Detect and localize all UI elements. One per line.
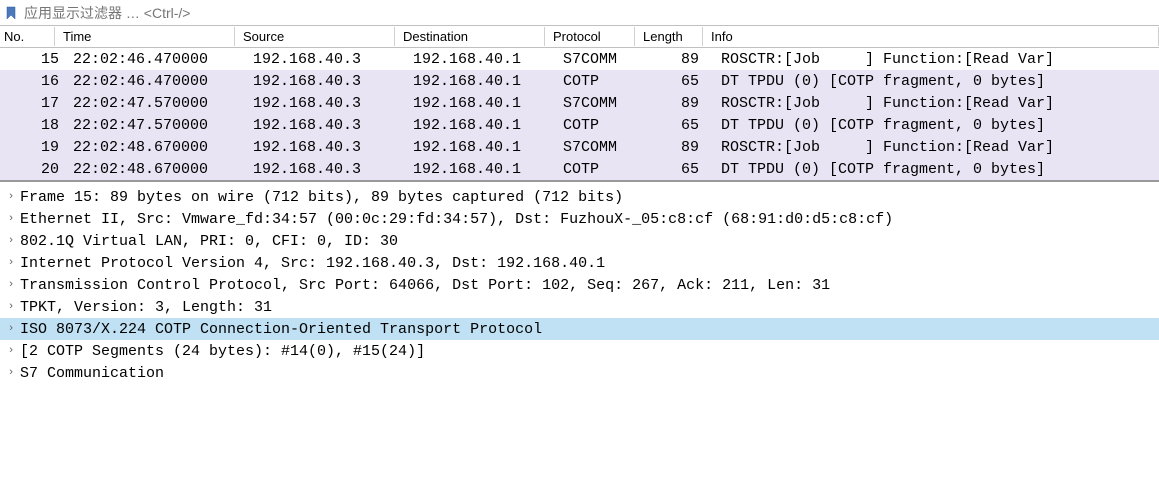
protocol-tree-item[interactable]: ›802.1Q Virtual LAN, PRI: 0, CFI: 0, ID:… (0, 230, 1159, 252)
cell-info: ROSCTR:[Job ] Function:[Read Var] (713, 139, 1159, 156)
packet-list: No. Time Source Destination Protocol Len… (0, 26, 1159, 182)
protocol-tree-item[interactable]: ›Internet Protocol Version 4, Src: 192.1… (0, 252, 1159, 274)
cell-no: 20 (10, 161, 65, 178)
chevron-right-icon[interactable]: › (4, 191, 18, 203)
col-header-protocol[interactable]: Protocol (545, 27, 635, 46)
protocol-tree-label: Transmission Control Protocol, Src Port:… (20, 277, 830, 294)
protocol-tree-label: Frame 15: 89 bytes on wire (712 bits), 8… (20, 189, 623, 206)
cell-length: 65 (645, 73, 713, 90)
cell-source: 192.168.40.3 (245, 117, 405, 134)
packet-row[interactable]: 1722:02:47.570000192.168.40.3192.168.40.… (0, 92, 1159, 114)
packet-row[interactable]: 1522:02:46.470000192.168.40.3192.168.40.… (0, 48, 1159, 70)
cell-destination: 192.168.40.1 (405, 73, 555, 90)
cell-destination: 192.168.40.1 (405, 51, 555, 68)
cell-source: 192.168.40.3 (245, 73, 405, 90)
col-header-source[interactable]: Source (235, 27, 395, 46)
cell-destination: 192.168.40.1 (405, 139, 555, 156)
chevron-right-icon[interactable]: › (4, 367, 18, 379)
protocol-tree-item[interactable]: ›S7 Communication (0, 362, 1159, 384)
col-header-info[interactable]: Info (703, 27, 1159, 46)
protocol-tree-label: 802.1Q Virtual LAN, PRI: 0, CFI: 0, ID: … (20, 233, 398, 250)
cell-info: ROSCTR:[Job ] Function:[Read Var] (713, 51, 1159, 68)
cell-source: 192.168.40.3 (245, 51, 405, 68)
col-header-length[interactable]: Length (635, 27, 703, 46)
cell-no: 16 (10, 73, 65, 90)
cell-length: 89 (645, 139, 713, 156)
chevron-right-icon[interactable]: › (4, 257, 18, 269)
cell-info: DT TPDU (0) [COTP fragment, 0 bytes] (713, 161, 1159, 178)
cell-length: 65 (645, 161, 713, 178)
col-header-no[interactable]: No. (0, 27, 55, 46)
cell-time: 22:02:47.570000 (65, 95, 245, 112)
chevron-right-icon[interactable]: › (4, 323, 18, 335)
chevron-right-icon[interactable]: › (4, 213, 18, 225)
protocol-tree-label: ISO 8073/X.224 COTP Connection-Oriented … (20, 321, 542, 338)
cell-info: DT TPDU (0) [COTP fragment, 0 bytes] (713, 117, 1159, 134)
chevron-right-icon[interactable]: › (4, 279, 18, 291)
protocol-tree-item[interactable]: ›Frame 15: 89 bytes on wire (712 bits), … (0, 186, 1159, 208)
protocol-tree-item[interactable]: ›Ethernet II, Src: Vmware_fd:34:57 (00:0… (0, 208, 1159, 230)
cell-no: 15 (10, 51, 65, 68)
col-header-destination[interactable]: Destination (395, 27, 545, 46)
cell-destination: 192.168.40.1 (405, 161, 555, 178)
protocol-tree-item[interactable]: ›Transmission Control Protocol, Src Port… (0, 274, 1159, 296)
packet-list-header: No. Time Source Destination Protocol Len… (0, 26, 1159, 48)
cell-protocol: S7COMM (555, 95, 645, 112)
display-filter-input[interactable] (24, 5, 1155, 21)
cell-protocol: COTP (555, 161, 645, 178)
cell-protocol: S7COMM (555, 139, 645, 156)
protocol-tree-label: S7 Communication (20, 365, 164, 382)
cell-info: ROSCTR:[Job ] Function:[Read Var] (713, 95, 1159, 112)
packet-row[interactable]: 2022:02:48.670000192.168.40.3192.168.40.… (0, 158, 1159, 180)
cell-length: 65 (645, 117, 713, 134)
cell-destination: 192.168.40.1 (405, 95, 555, 112)
chevron-right-icon[interactable]: › (4, 301, 18, 313)
chevron-right-icon[interactable]: › (4, 345, 18, 357)
protocol-tree-label: [2 COTP Segments (24 bytes): #14(0), #15… (20, 343, 425, 360)
packet-row[interactable]: 1622:02:46.470000192.168.40.3192.168.40.… (0, 70, 1159, 92)
cell-protocol: COTP (555, 73, 645, 90)
chevron-right-icon[interactable]: › (4, 235, 18, 247)
protocol-tree-item[interactable]: ›ISO 8073/X.224 COTP Connection-Oriented… (0, 318, 1159, 340)
protocol-tree-item[interactable]: ›[2 COTP Segments (24 bytes): #14(0), #1… (0, 340, 1159, 362)
cell-info: DT TPDU (0) [COTP fragment, 0 bytes] (713, 73, 1159, 90)
protocol-tree-item[interactable]: ›TPKT, Version: 3, Length: 31 (0, 296, 1159, 318)
cell-protocol: COTP (555, 117, 645, 134)
cell-no: 17 (10, 95, 65, 112)
cell-destination: 192.168.40.1 (405, 117, 555, 134)
cell-no: 19 (10, 139, 65, 156)
col-header-time[interactable]: Time (55, 27, 235, 46)
protocol-tree-label: Ethernet II, Src: Vmware_fd:34:57 (00:0c… (20, 211, 893, 228)
packet-details-panel: ›Frame 15: 89 bytes on wire (712 bits), … (0, 182, 1159, 388)
cell-length: 89 (645, 51, 713, 68)
cell-time: 22:02:47.570000 (65, 117, 245, 134)
packet-row[interactable]: 1822:02:47.570000192.168.40.3192.168.40.… (0, 114, 1159, 136)
cell-protocol: S7COMM (555, 51, 645, 68)
cell-time: 22:02:48.670000 (65, 139, 245, 156)
cell-source: 192.168.40.3 (245, 95, 405, 112)
cell-time: 22:02:46.470000 (65, 51, 245, 68)
cell-time: 22:02:46.470000 (65, 73, 245, 90)
packet-row[interactable]: 1922:02:48.670000192.168.40.3192.168.40.… (0, 136, 1159, 158)
cell-length: 89 (645, 95, 713, 112)
cell-source: 192.168.40.3 (245, 161, 405, 178)
cell-source: 192.168.40.3 (245, 139, 405, 156)
cell-no: 18 (10, 117, 65, 134)
protocol-tree-label: TPKT, Version: 3, Length: 31 (20, 299, 272, 316)
protocol-tree-label: Internet Protocol Version 4, Src: 192.16… (20, 255, 605, 272)
bookmark-icon[interactable] (4, 6, 18, 20)
cell-time: 22:02:48.670000 (65, 161, 245, 178)
filter-bar (0, 0, 1159, 26)
